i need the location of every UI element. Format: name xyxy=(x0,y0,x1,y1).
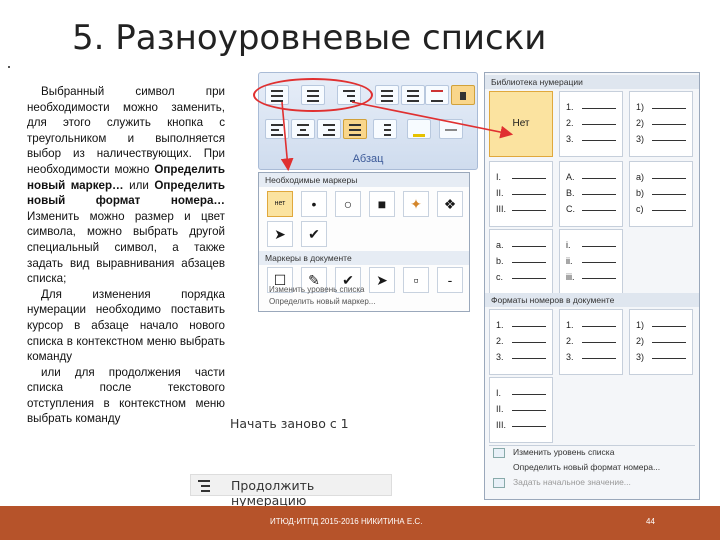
p1-text-c: или xyxy=(123,178,155,192)
numbering-option[interactable]: a. b. c. xyxy=(489,229,553,295)
num-label: I. xyxy=(496,172,502,182)
restart-numbering-command[interactable]: Начать заново с 1 xyxy=(230,416,349,431)
num-label: III. xyxy=(496,420,507,430)
increase-indent-button[interactable] xyxy=(401,85,425,105)
bullet-option[interactable]: ✔ xyxy=(301,221,327,247)
shading-button[interactable] xyxy=(407,119,431,139)
change-list-level-link[interactable]: Изменить уровень списка xyxy=(269,285,364,294)
doc-numbering-option[interactable]: I. II. III. xyxy=(489,377,553,443)
doc-numbering-option[interactable]: 1. 2. 3. xyxy=(559,309,623,375)
define-new-number-format-link[interactable]: Определить новый формат номера... xyxy=(513,462,660,472)
bullet-option[interactable]: ▫ xyxy=(403,267,429,293)
numbering-library-panel: Библиотека нумерации Нет 1. 2. 3. 1) 2) … xyxy=(484,72,700,500)
ribbon-group-label: Абзац xyxy=(352,153,384,165)
numbering-option[interactable]: a) b) c) xyxy=(629,161,693,227)
bullet-dot xyxy=(8,66,10,68)
continue-numbering-icon xyxy=(196,478,210,492)
bullet-library-panel: Необходимые маркеры нет • ○ ■ ✦ ❖ ➤ ✔ Ма… xyxy=(258,172,470,312)
numbering-none[interactable]: Нет xyxy=(489,91,553,157)
num-label: 1. xyxy=(566,102,574,112)
bullet-option[interactable]: ➤ xyxy=(267,221,293,247)
num-label: c. xyxy=(496,272,504,282)
footer-author: ИТЮД-ИТПД 2015-2016 НИКИТИНА Е.С. xyxy=(270,517,423,526)
num-label: C. xyxy=(566,204,575,214)
set-value-icon xyxy=(493,478,505,488)
num-label: 3. xyxy=(496,352,504,362)
paragraph-1: Выбранный символ при необходимости можно… xyxy=(27,84,225,287)
set-numbering-value-link[interactable]: Задать начальное значение... xyxy=(513,477,631,487)
num-label: III. xyxy=(496,204,507,214)
list-level-icon xyxy=(493,448,505,458)
paragraph-2: Для изменения порядка нумерации необходи… xyxy=(27,287,225,364)
numbering-doc-header: Форматы номеров в документе xyxy=(485,293,699,307)
num-label: iii. xyxy=(566,272,575,282)
numbering-option[interactable]: i. ii. iii. xyxy=(559,229,623,295)
num-label: b. xyxy=(496,256,504,266)
num-label: 1. xyxy=(496,320,504,330)
bullet-recent-header: Необходимые маркеры xyxy=(259,173,469,187)
bullet-option[interactable]: ✦ xyxy=(403,191,429,217)
num-label: 2) xyxy=(636,118,645,128)
bullet-none[interactable]: нет xyxy=(267,191,293,217)
num-label: ii. xyxy=(566,256,573,266)
num-label: 3) xyxy=(636,352,645,362)
num-label: a) xyxy=(636,172,645,182)
bullet-option[interactable]: ■ xyxy=(369,191,395,217)
bullet-option[interactable]: ❖ xyxy=(437,191,463,217)
num-label: i. xyxy=(566,240,571,250)
num-label: B. xyxy=(566,188,575,198)
num-label: II. xyxy=(496,188,504,198)
show-marks-button[interactable] xyxy=(451,85,475,105)
highlight-oval xyxy=(253,78,373,112)
p1-text-d: Изменить можно размер и цвет символа, мо… xyxy=(27,209,225,286)
borders-button[interactable] xyxy=(439,119,463,139)
body-text: Выбранный символ при необходимости можно… xyxy=(27,84,225,427)
num-label: II. xyxy=(496,404,504,414)
num-label: 3) xyxy=(636,134,645,144)
num-label: 1) xyxy=(636,320,645,330)
bullet-option[interactable]: - xyxy=(437,267,463,293)
num-label: 3. xyxy=(566,134,574,144)
slide-footer: ИТЮД-ИТПД 2015-2016 НИКИТИНА Е.С. 44 xyxy=(0,506,720,540)
bullet-option[interactable]: • xyxy=(301,191,327,217)
num-label: 2. xyxy=(566,336,574,346)
align-center-button[interactable] xyxy=(291,119,315,139)
numbering-library-header: Библиотека нумерации xyxy=(485,75,699,89)
numbering-option[interactable]: I. II. III. xyxy=(489,161,553,227)
num-label: 2. xyxy=(496,336,504,346)
numbering-option[interactable]: A. B. C. xyxy=(559,161,623,227)
bullet-option[interactable]: ○ xyxy=(335,191,361,217)
numbering-option[interactable]: 1. 2. 3. xyxy=(559,91,623,157)
numbering-none-label: Нет xyxy=(512,118,530,129)
line-spacing-button[interactable] xyxy=(373,119,397,139)
num-label: A. xyxy=(566,172,575,182)
doc-numbering-option[interactable]: 1. 2. 3. xyxy=(489,309,553,375)
numbering-option[interactable]: 1) 2) 3) xyxy=(629,91,693,157)
sort-button[interactable] xyxy=(425,85,449,105)
num-label: a. xyxy=(496,240,504,250)
num-label: 2. xyxy=(566,118,574,128)
num-label: 3. xyxy=(566,352,574,362)
num-label: c) xyxy=(636,204,644,214)
bullet-doc-header: Маркеры в документе xyxy=(259,251,469,265)
paragraph-3: или для продолжения части списка после т… xyxy=(27,365,225,426)
num-label: 1. xyxy=(566,320,574,330)
footer-page-number: 44 xyxy=(646,517,655,526)
change-list-level-link[interactable]: Изменить уровень списка xyxy=(513,447,614,457)
continue-numbering-command[interactable]: Продолжить нумерацию xyxy=(190,474,392,508)
slide-title: 5. Разноуровневые списки xyxy=(72,18,547,58)
num-label: 1) xyxy=(636,102,645,112)
bullet-option[interactable]: ➤ xyxy=(369,267,395,293)
num-label: 2) xyxy=(636,336,645,346)
align-left-button[interactable] xyxy=(265,119,289,139)
continue-numbering-label: Продолжить нумерацию xyxy=(231,478,315,508)
numbering-separator xyxy=(489,445,695,446)
decrease-indent-button[interactable] xyxy=(375,85,399,105)
num-label: I. xyxy=(496,388,502,398)
justify-button[interactable] xyxy=(343,119,367,139)
align-right-button[interactable] xyxy=(317,119,341,139)
define-new-bullet-link[interactable]: Определить новый маркер... xyxy=(269,297,375,306)
num-label: b) xyxy=(636,188,645,198)
doc-numbering-option[interactable]: 1) 2) 3) xyxy=(629,309,693,375)
